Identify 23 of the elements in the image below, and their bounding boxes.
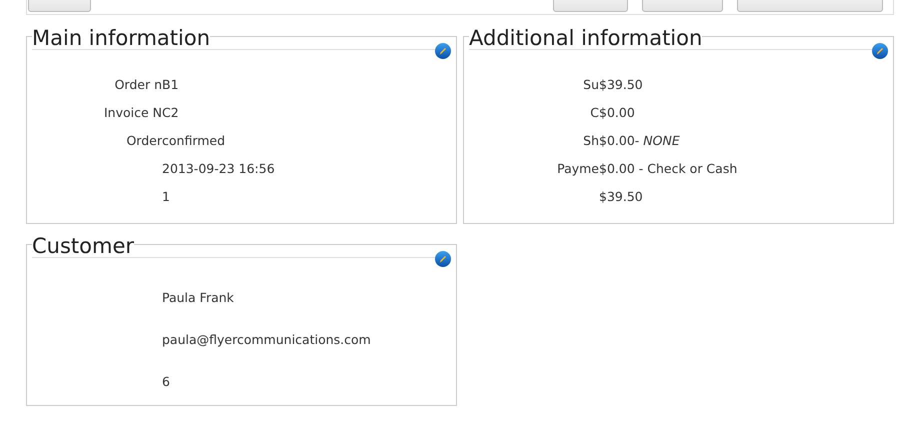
field-label: Order n — [114, 76, 162, 92]
edit-icon[interactable] — [435, 43, 451, 59]
field-value: C2 — [162, 104, 179, 122]
edit-icon[interactable] — [435, 251, 451, 267]
field-value: B1 — [162, 76, 179, 94]
field-value: 2013-09-23 16:56 — [162, 160, 275, 178]
field-label: Su — [583, 76, 599, 92]
field-value: $0.00 - Check or Cash — [599, 160, 738, 178]
field-value: $0.00 — [599, 104, 635, 122]
field-value: paula@flyercommunications.com — [162, 330, 371, 349]
field-label: Invoice N — [104, 104, 162, 120]
edit-icon[interactable] — [872, 43, 888, 59]
field-value: confirmed — [162, 132, 226, 150]
field-value: $39.50 — [599, 188, 643, 206]
field-label: Sh — [583, 132, 599, 148]
field-value: $39.50 — [599, 76, 643, 94]
field-label: Payme — [557, 160, 599, 176]
field-label: Order — [126, 132, 162, 148]
field-value: 1 — [162, 188, 170, 206]
field-value: $0.00- NONE — [599, 132, 680, 150]
field-value: 6 — [162, 372, 170, 391]
field-label: C — [590, 104, 599, 120]
field-value: Paula Frank — [162, 288, 234, 307]
